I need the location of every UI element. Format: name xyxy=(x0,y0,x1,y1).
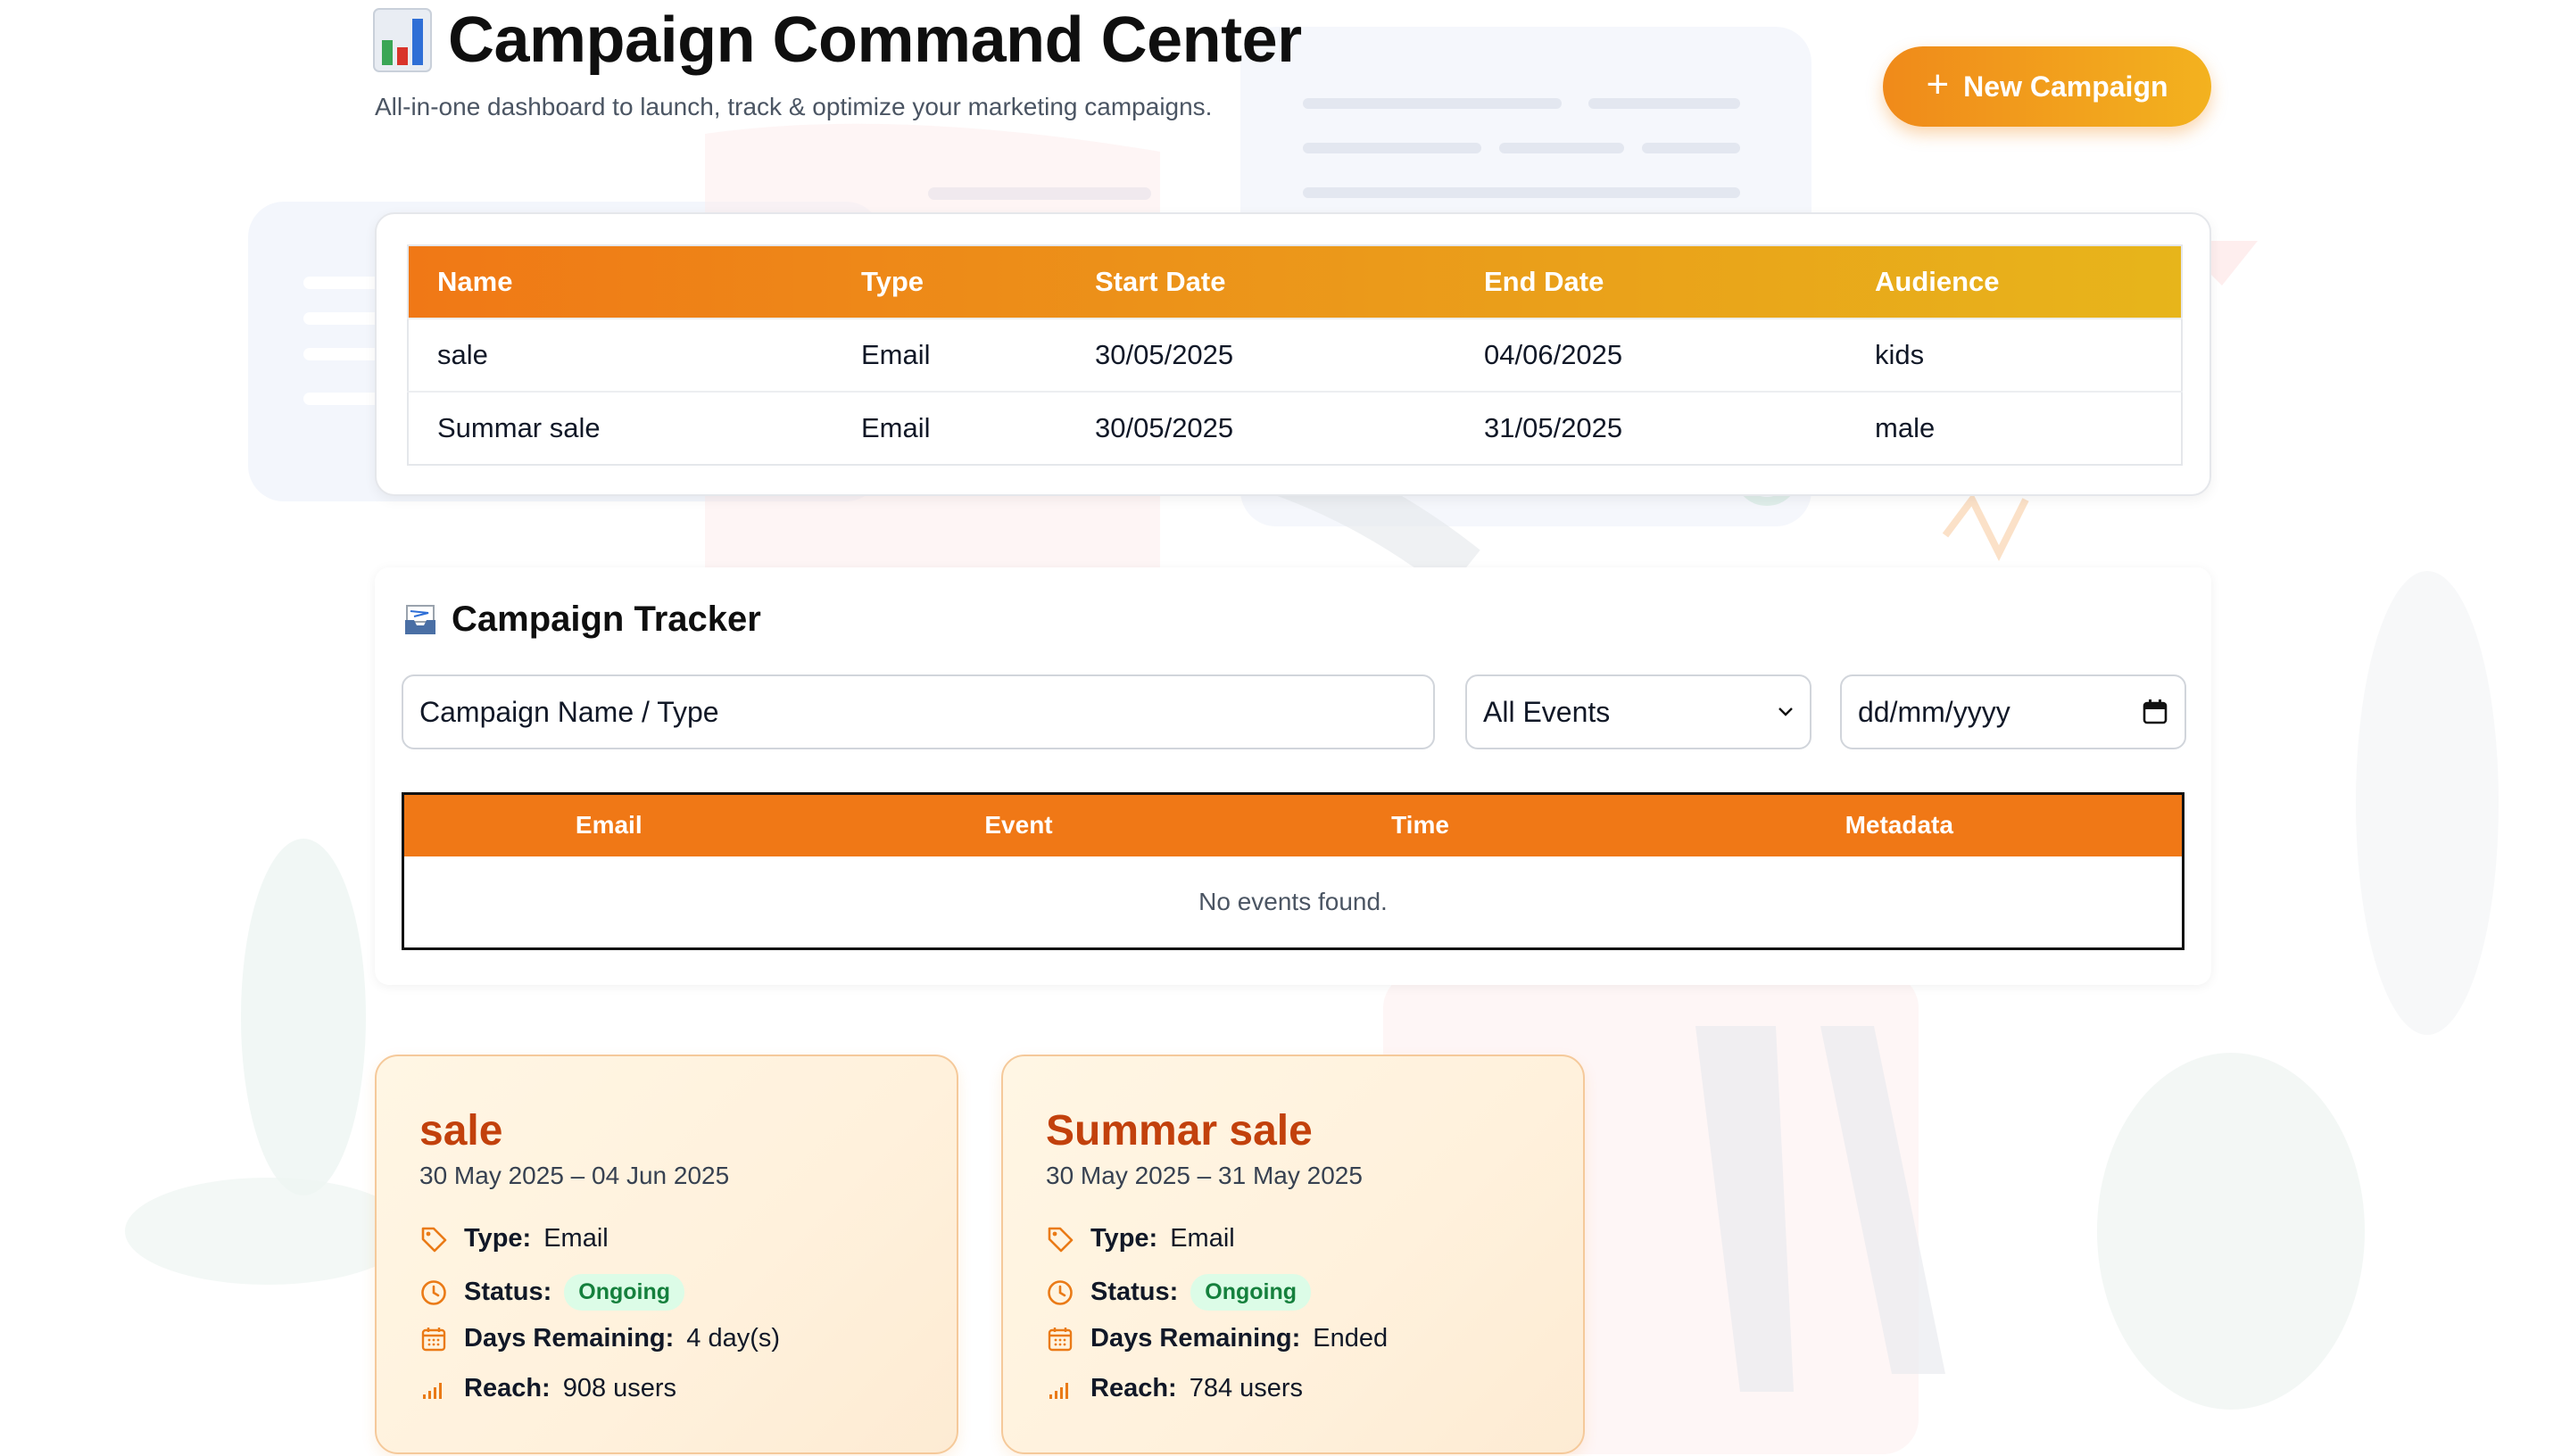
calendar-icon xyxy=(419,1325,448,1353)
campaign-card[interactable]: sale 30 May 2025 – 04 Jun 2025 Type: Ema… xyxy=(375,1055,958,1454)
events-table: Email Event Time Metadata No events foun… xyxy=(402,792,2184,950)
calendar-icon[interactable] xyxy=(2142,699,2168,725)
column-header-audience: Audience xyxy=(1875,266,2000,297)
campaigns-table: Name Type Start Date End Date Audience s… xyxy=(407,244,2183,466)
card-type-label: Type: xyxy=(1090,1224,1158,1253)
chevron-down-icon xyxy=(1778,707,1793,716)
card-days-value: Ended xyxy=(1313,1324,1389,1353)
card-reach-label: Reach: xyxy=(1090,1374,1177,1402)
card-days-row: Days Remaining: Ended xyxy=(1046,1324,1388,1353)
column-header-name: Name xyxy=(437,266,513,297)
campaign-card-title: sale xyxy=(419,1107,503,1154)
column-header-end-date: End Date xyxy=(1484,266,1604,297)
empty-message: No events found. xyxy=(1198,887,1388,915)
campaign-search-input[interactable]: Campaign Name / Type xyxy=(402,674,1435,749)
event-filter-select[interactable]: All Events xyxy=(1465,674,1811,749)
tracker-title: Campaign Tracker xyxy=(402,600,761,640)
tag-icon xyxy=(419,1225,448,1253)
inbox-tray-icon xyxy=(405,604,435,634)
card-status-label: Status: xyxy=(1090,1278,1179,1306)
campaign-tracker-card: Campaign Tracker Campaign Name / Type Al… xyxy=(375,567,2211,985)
card-status-row: Status: Ongoing xyxy=(1046,1274,1312,1311)
clock-icon xyxy=(419,1278,448,1307)
calendar-icon xyxy=(1046,1325,1074,1353)
empty-row: No events found. xyxy=(403,856,2184,949)
cell-end-date: 04/06/2025 xyxy=(1455,318,1846,392)
cell-start-date: 30/05/2025 xyxy=(1066,318,1455,392)
signal-bars-icon xyxy=(419,1375,448,1403)
page-title: Campaign Command Center xyxy=(373,4,1302,77)
card-type-row: Type: Email xyxy=(419,1224,609,1253)
campaign-card-title: Summar sale xyxy=(1046,1107,1313,1154)
cell-type: Email xyxy=(833,391,1066,465)
status-badge: Ongoing xyxy=(1190,1274,1312,1311)
table-row[interactable]: Summar sale Email 30/05/2025 31/05/2025 … xyxy=(408,391,2182,465)
card-days-row: Days Remaining: 4 day(s) xyxy=(419,1324,780,1353)
card-reach-row: Reach: 784 users xyxy=(1046,1374,1303,1403)
new-campaign-label: New Campaign xyxy=(1963,70,2168,103)
card-reach-row: Reach: 908 users xyxy=(419,1374,676,1403)
campaign-search-value: Campaign Name / Type xyxy=(419,695,719,728)
column-header-metadata: Metadata xyxy=(1616,793,2184,856)
bar-chart-icon xyxy=(373,8,432,72)
card-days-value: 4 day(s) xyxy=(686,1324,781,1353)
date-filter-value: dd/mm/yyyy xyxy=(1858,695,2010,728)
card-type-label: Type: xyxy=(464,1224,532,1253)
campaign-card-dates: 30 May 2025 – 31 May 2025 xyxy=(1046,1162,1363,1189)
cell-name: Summar sale xyxy=(408,391,833,465)
status-badge: Ongoing xyxy=(564,1274,685,1311)
column-header-time: Time xyxy=(1223,793,1617,856)
event-filter-value: All Events xyxy=(1483,695,1611,728)
card-reach-label: Reach: xyxy=(464,1374,551,1402)
cell-audience: male xyxy=(1846,391,2182,465)
card-type-value: Email xyxy=(543,1224,609,1253)
card-days-label: Days Remaining: xyxy=(1090,1324,1301,1353)
column-header-type: Type xyxy=(861,266,924,297)
plus-icon: + xyxy=(1926,62,1950,106)
cell-end-date: 31/05/2025 xyxy=(1455,391,1846,465)
campaign-card[interactable]: Summar sale 30 May 2025 – 31 May 2025 Ty… xyxy=(1001,1055,1585,1454)
column-header-email: Email xyxy=(402,793,814,856)
card-status-row: Status: Ongoing xyxy=(419,1274,685,1311)
campaigns-table-header: Name Type Start Date End Date Audience xyxy=(408,245,2182,318)
tag-icon xyxy=(1046,1225,1074,1253)
campaigns-table-card: Name Type Start Date End Date Audience s… xyxy=(375,212,2211,496)
column-header-event: Event xyxy=(813,793,1224,856)
cell-type: Email xyxy=(833,318,1066,392)
card-reach-value: 908 users xyxy=(562,1374,677,1402)
new-campaign-button[interactable]: + New Campaign xyxy=(1883,46,2211,127)
card-type-row: Type: Email xyxy=(1046,1224,1235,1253)
cell-start-date: 30/05/2025 xyxy=(1066,391,1455,465)
campaign-card-dates: 30 May 2025 – 04 Jun 2025 xyxy=(419,1162,730,1189)
signal-bars-icon xyxy=(1046,1375,1074,1403)
date-filter-input[interactable]: dd/mm/yyyy xyxy=(1840,674,2186,749)
card-status-label: Status: xyxy=(464,1278,552,1306)
page-subtitle: All-in-one dashboard to launch, track & … xyxy=(375,93,1213,120)
tracker-title-text: Campaign Tracker xyxy=(452,600,761,639)
column-header-start-date: Start Date xyxy=(1095,266,1226,297)
page-title-text: Campaign Command Center xyxy=(448,4,1302,76)
card-type-value: Email xyxy=(1170,1224,1235,1253)
table-row[interactable]: sale Email 30/05/2025 04/06/2025 kids xyxy=(408,318,2182,392)
cell-name: sale xyxy=(408,318,833,392)
clock-icon xyxy=(1046,1278,1074,1307)
card-days-label: Days Remaining: xyxy=(464,1324,675,1353)
page: Campaign Command Center All-in-one dashb… xyxy=(0,0,2570,1456)
card-reach-value: 784 users xyxy=(1189,1374,1304,1402)
events-table-header: Email Event Time Metadata xyxy=(402,793,2184,856)
cell-audience: kids xyxy=(1846,318,2182,392)
